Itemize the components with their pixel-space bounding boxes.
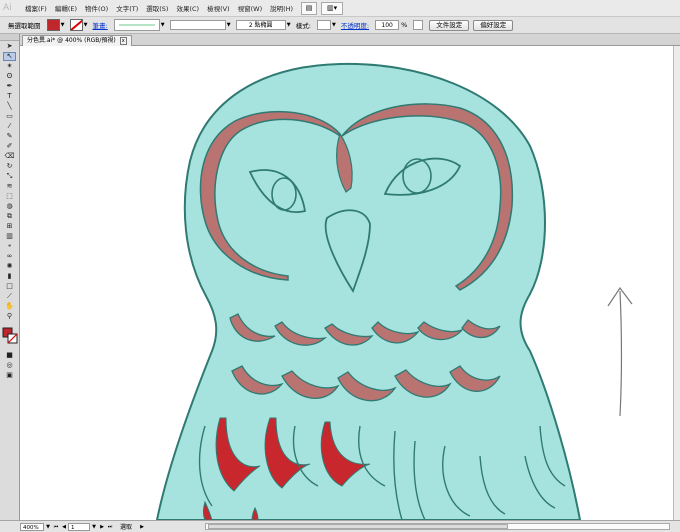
- status-bar: 400% ▼ ⏮ ◀ 1 ▼ ▶ ⏭ 選取 ▶: [0, 520, 680, 532]
- slice-tool-icon[interactable]: ⟋: [4, 292, 15, 301]
- app-logo: Ai: [3, 3, 12, 13]
- menu-view[interactable]: 檢視(V): [207, 3, 230, 13]
- zoom-tool-icon[interactable]: ⚲: [4, 312, 15, 321]
- opacity-unit: %: [401, 21, 408, 29]
- pen-tool-icon[interactable]: ✒: [4, 82, 15, 91]
- fill-color-swatch[interactable]: [46, 19, 60, 31]
- stroke-label[interactable]: 筆畫:: [93, 20, 108, 30]
- sketch-arrow: [607, 286, 633, 417]
- menu-type[interactable]: 文字(T): [116, 3, 138, 13]
- arrange-documents-icon[interactable]: ▥▾: [321, 1, 344, 15]
- menu-select[interactable]: 選取(S): [146, 3, 168, 13]
- horizontal-scrollbar[interactable]: [205, 523, 670, 530]
- type-tool-icon[interactable]: T: [4, 92, 15, 101]
- line-tool-icon[interactable]: ╲: [4, 102, 15, 111]
- menubar: Ai 檔案(F) 編輯(E) 物件(O) 文字(T) 選取(S) 效果(C) 檢…: [0, 0, 680, 17]
- eraser-tool-icon[interactable]: ⌫: [4, 152, 15, 161]
- next-artboard-icon[interactable]: ▶: [98, 523, 106, 531]
- menu-object[interactable]: 物件(O): [85, 3, 108, 13]
- rotate-tool-icon[interactable]: ↻: [4, 162, 15, 171]
- artboard-canvas[interactable]: [20, 46, 673, 520]
- opacity-field[interactable]: 100: [375, 20, 400, 30]
- first-artboard-icon[interactable]: ⏮: [52, 523, 60, 531]
- selection-tool-icon[interactable]: ➤: [4, 42, 15, 51]
- scale-tool-icon[interactable]: ⤡: [4, 172, 15, 181]
- menu-help[interactable]: 說明(H): [270, 3, 293, 13]
- rectangle-tool-icon[interactable]: ▭: [4, 112, 15, 121]
- artboard-field[interactable]: 1: [68, 522, 90, 531]
- stroke-weight-field[interactable]: [113, 19, 160, 31]
- brush-definition[interactable]: 2 點橢圓: [235, 20, 286, 30]
- chevron-down-icon[interactable]: ▼: [226, 20, 232, 30]
- close-icon[interactable]: x: [119, 37, 127, 45]
- artboard-tool-icon[interactable]: □: [4, 282, 15, 291]
- previous-artboard-icon[interactable]: ◀: [60, 523, 68, 531]
- bridge-icon[interactable]: ▤: [301, 1, 318, 15]
- control-panel: 無選取範圍 ▼ ▼ 筆畫: ▼ ▼ 2 點橢圓 ▼ 樣式: ▼ 不透明度: 10…: [0, 17, 680, 34]
- document-tab-title: 分色異.ai* @ 400% (RGB/預視): [27, 37, 116, 44]
- status-text: 選取: [120, 524, 133, 531]
- selection-status: 無選取範圍: [8, 22, 41, 30]
- tools-panel: ➤ ↖ ✶ ʘ ✒ T ╲ ▭ ⁄ ✎ ✐ ⌫ ↻ ⤡ ≋ ⬚ ◍ ⧉ ⊞ ▥ …: [0, 34, 20, 520]
- paintbrush-tool-icon[interactable]: ⁄: [4, 122, 15, 131]
- hand-tool-icon[interactable]: ✋: [4, 302, 15, 311]
- zoom-field[interactable]: 400%: [20, 522, 44, 531]
- mesh-tool-icon[interactable]: ⊞: [4, 222, 15, 231]
- blend-tool-icon[interactable]: ∞: [4, 252, 15, 261]
- artboard-dropdown-icon[interactable]: ▼: [90, 523, 98, 531]
- stroke-color-swatch[interactable]: [69, 19, 83, 31]
- document-setup-button[interactable]: 文件設定: [429, 19, 470, 31]
- magic-wand-tool-icon[interactable]: ✶: [4, 62, 15, 71]
- preferences-button[interactable]: 偏好設定: [473, 19, 514, 31]
- color-mode-icon[interactable]: ■: [4, 351, 15, 360]
- chevron-down-icon[interactable]: ▼: [60, 20, 66, 30]
- align-icon[interactable]: [413, 20, 424, 30]
- draw-mode-icon[interactable]: ◎: [4, 361, 15, 370]
- screen-mode-icon[interactable]: ▣: [4, 371, 15, 380]
- menu-file[interactable]: 檔案(F): [25, 3, 47, 13]
- warp-tool-icon[interactable]: ≋: [4, 182, 15, 191]
- eyedropper-tool-icon[interactable]: ⁌: [4, 242, 15, 251]
- style-label: 樣式:: [295, 22, 311, 30]
- menu-edit[interactable]: 編輯(E): [55, 3, 77, 13]
- blob-brush-tool-icon[interactable]: ✐: [4, 142, 15, 151]
- variable-width-profile[interactable]: [169, 20, 226, 30]
- lasso-tool-icon[interactable]: ʘ: [4, 72, 15, 81]
- gradient-tool-icon[interactable]: ▥: [4, 232, 15, 241]
- shape-builder-tool-icon[interactable]: ◍: [4, 202, 15, 211]
- panel-grip[interactable]: [0, 34, 19, 41]
- chevron-down-icon[interactable]: ▼: [160, 20, 166, 30]
- vertical-scrollbar[interactable]: [673, 46, 680, 520]
- chevron-down-icon[interactable]: ▼: [286, 20, 292, 30]
- zoom-dropdown-icon[interactable]: ▼: [44, 523, 52, 531]
- fill-stroke-icon[interactable]: [0, 326, 19, 348]
- opacity-label[interactable]: 不透明度:: [341, 20, 369, 30]
- status-menu-icon[interactable]: ▶: [138, 523, 146, 531]
- perspective-grid-tool-icon[interactable]: ⧉: [4, 212, 15, 221]
- document-tab[interactable]: 分色異.ai* @ 400% (RGB/預視) x: [22, 35, 132, 46]
- direct-selection-tool-icon[interactable]: ↖: [3, 52, 16, 61]
- menu-window[interactable]: 視窗(W): [238, 3, 263, 13]
- chevron-down-icon[interactable]: ▼: [331, 20, 337, 30]
- document-tabs: 分色異.ai* @ 400% (RGB/預視) x: [20, 34, 680, 46]
- free-transform-tool-icon[interactable]: ⬚: [4, 192, 15, 201]
- column-graph-tool-icon[interactable]: ▮: [4, 272, 15, 281]
- symbol-sprayer-tool-icon[interactable]: ✺: [4, 262, 15, 271]
- horizontal-scroll-thumb[interactable]: [208, 524, 508, 529]
- chevron-down-icon[interactable]: ▼: [83, 20, 89, 30]
- pencil-tool-icon[interactable]: ✎: [4, 132, 15, 141]
- last-artboard-icon[interactable]: ⏭: [106, 523, 114, 531]
- menu-effect[interactable]: 效果(C): [176, 3, 199, 13]
- graphic-style-swatch[interactable]: [316, 20, 331, 30]
- owl-artwork: [155, 62, 633, 520]
